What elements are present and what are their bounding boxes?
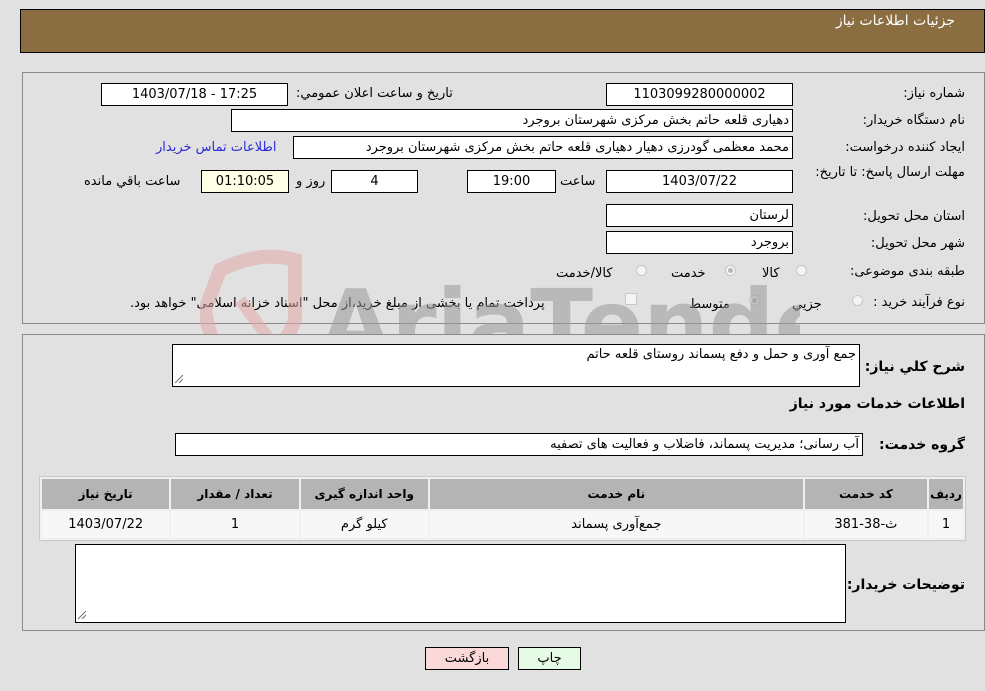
category-label: طبقه بندی موضوعی:: [849, 264, 965, 279]
summary-textarea[interactable]: جمع آوری و حمل و دفع پسماند روستای قلعه …: [172, 344, 860, 387]
buyer-notes-label: توضیحات خریدار:: [846, 577, 965, 593]
days-remaining-field[interactable]: 4: [331, 170, 418, 193]
category-option-service: خدمت: [671, 266, 706, 281]
province-field[interactable]: لرستان: [606, 204, 793, 227]
days-label: روز و: [296, 174, 326, 189]
treasury-checkbox[interactable]: [625, 293, 637, 305]
need-number-label: شماره نیاز:: [903, 86, 965, 101]
announce-datetime-field[interactable]: 1403/07/18 - 17:25: [101, 83, 288, 106]
city-field[interactable]: بروجرد: [606, 231, 793, 254]
category-radio-goods[interactable]: [796, 265, 807, 276]
purchase-type-label: نوع فرآیند خرید :: [873, 295, 965, 310]
category-radio-service[interactable]: [725, 265, 736, 276]
province-label: استان محل تحویل:: [863, 209, 965, 224]
cell-unit: کیلو گرم: [300, 511, 428, 538]
city-label: شهر محل تحویل:: [870, 236, 965, 251]
page-title: جزئیات اطلاعات نیاز: [835, 13, 955, 29]
cell-need-date: 1403/07/22: [42, 511, 170, 538]
buyer-org-label: نام دستگاه خریدار:: [862, 113, 965, 128]
requester-label: ایجاد کننده درخواست:: [845, 140, 965, 155]
purchase-type-radio-medium[interactable]: [749, 295, 760, 306]
deadline-date-field[interactable]: 1403/07/22: [606, 170, 793, 193]
service-group-label: گروه خدمت:: [879, 437, 965, 453]
summary-resize-grip[interactable]: [175, 375, 183, 383]
category-radio-goods-service[interactable]: [636, 265, 647, 276]
service-group-field[interactable]: آب رسانی؛ مدیریت پسماند، فاضلاب و فعالیت…: [175, 433, 863, 456]
purchase-type-option-medium: متوسط: [689, 297, 730, 312]
treasury-note: پرداخت تمام یا بخشی از مبلغ خرید،از محل …: [130, 296, 545, 311]
cell-service-name: جمع‌آوری پسماند: [429, 511, 803, 538]
buyer-org-field[interactable]: دهیاری قلعه حاتم بخش مرکزی شهرستان بروجر…: [231, 109, 793, 132]
category-option-goods: کالا: [762, 266, 780, 281]
cell-row-number: 1: [929, 511, 963, 538]
services-table-header: ردیف کد خدمت نام خدمت واحد اندازه گیری ت…: [42, 479, 963, 509]
purchase-type-radio-minor[interactable]: [852, 295, 863, 306]
buyer-notes-resize-grip[interactable]: [78, 611, 86, 619]
col-header-date: تاریخ نیاز: [42, 479, 170, 509]
print-button[interactable]: چاپ: [518, 647, 581, 670]
need-number-field[interactable]: 1103099280000002: [606, 83, 793, 106]
deadline-time-label: ساعت: [560, 174, 596, 189]
services-table: ردیف کد خدمت نام خدمت واحد اندازه گیری ت…: [39, 476, 966, 541]
announce-datetime-label: تاريخ و ساعت اعلان عمومي:: [296, 86, 453, 101]
buyer-notes-textarea[interactable]: [75, 544, 846, 623]
time-remaining-label: ساعت باقي مانده: [84, 174, 181, 189]
time-remaining-field[interactable]: 01:10:05: [201, 170, 289, 193]
col-header-qty: تعداد / مقدار: [171, 479, 299, 509]
table-row: 1 ث-38-381 جمع‌آوری پسماند کیلو گرم 1 14…: [42, 511, 963, 538]
deadline-label: مهلت ارسال پاسخ: تا تاریخ:: [815, 165, 965, 180]
requester-field[interactable]: محمد معظمی گودرزی دهیار دهیاری قلعه حاتم…: [293, 136, 793, 159]
cell-service-code: ث-38-381: [804, 511, 928, 538]
summary-label: شرح کلي نياز:: [864, 359, 965, 375]
deadline-time-field[interactable]: 19:00: [467, 170, 556, 193]
back-button[interactable]: بازگشت: [425, 647, 509, 670]
col-header-unit: واحد اندازه گیری: [300, 479, 428, 509]
col-header-name: نام خدمت: [429, 479, 803, 509]
buyer-contact-link[interactable]: اطلاعات تماس خريدار: [156, 140, 276, 155]
services-heading: اطلاعات خدمات مورد نیاز: [789, 396, 965, 412]
purchase-type-option-minor: جزيي: [792, 297, 822, 312]
col-header-row: ردیف: [929, 479, 963, 509]
cell-quantity: 1: [171, 511, 299, 538]
category-option-goods-service: کالا/خدمت: [556, 266, 613, 281]
col-header-code: کد خدمت: [804, 479, 928, 509]
